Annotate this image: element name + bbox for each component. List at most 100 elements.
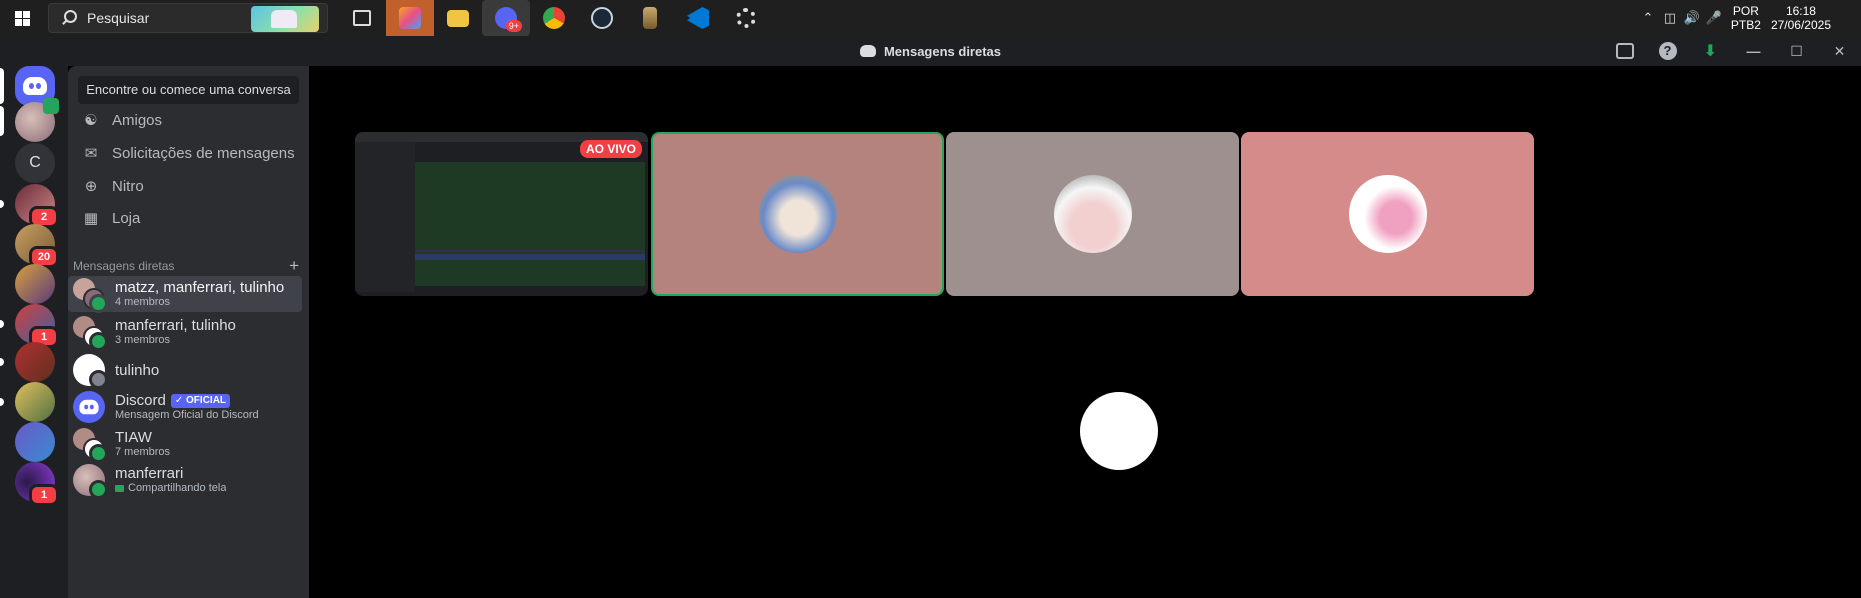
unread-indicator [0,200,4,208]
vscode-icon[interactable] [674,0,722,36]
steam-icon[interactable] [578,0,626,36]
server-icon[interactable]: 1 [15,462,59,506]
chrome-icon[interactable] [530,0,578,36]
server-icon[interactable]: 2 [15,184,59,228]
dm-list-item[interactable]: matzz, manferrari, tulinho 4 membros [68,276,302,313]
language-indicator[interactable]: POR PTB2 [1731,4,1761,32]
clock-time: 16:18 [1785,4,1816,18]
clock-date: 27/06/2025 [1770,18,1831,32]
voice-connected-icon [43,98,59,114]
official-badge: ✓ OFICIAL [170,394,231,408]
search-highlight-image [251,6,319,32]
settings-gear-icon[interactable] [722,0,770,36]
server-icon[interactable] [15,264,55,304]
live-badge: AO VIVO [579,140,642,158]
server-icon[interactable]: 20 [15,224,59,268]
discord-logo-icon [859,45,876,57]
participant-avatar [758,175,837,253]
volume-icon[interactable]: 🔊 [1681,10,1703,26]
envelope-icon: ✉ [84,145,98,162]
screen-share-tile[interactable]: AO VIVO [355,132,648,296]
online-status-icon [89,444,108,463]
window-title: Mensagens diretas [883,43,1002,59]
dm-list-item[interactable]: Discord ✓ OFICIAL Mensagem Oficial do Dis… [68,389,302,425]
group-avatar [73,428,108,463]
discord-logo-icon [79,399,99,415]
maximize-button[interactable]: ☐ [1775,36,1818,66]
server-icon[interactable] [15,342,55,382]
window-title-bar: Mensagens diretas ? ⬇ — ☐ ✕ [0,36,1861,66]
participant-tile[interactable] [651,132,944,296]
server-icon[interactable] [15,422,55,462]
minimize-button[interactable]: — [1732,36,1775,66]
mention-badge: 1 [29,484,59,506]
selected-indicator [0,68,4,104]
search-placeholder: Pesquisar [87,10,150,26]
dm-section-title: Mensagens diretas [73,259,175,273]
dm-name: Discord [115,392,166,409]
file-explorer-icon[interactable] [434,0,482,36]
server-icon[interactable] [15,382,55,422]
help-button[interactable]: ? [1646,36,1689,66]
find-conversation-button[interactable]: Encontre ou comece uma conversa [78,76,299,104]
discord-taskbar-badge: 9+ [505,20,522,32]
league-of-legends-icon[interactable] [626,0,674,36]
windows-taskbar: Pesquisar 9+ ⌃ ◫ 🔊 🎤 POR PTB2 16:18 27/0… [0,0,1861,36]
inbox-button[interactable] [1603,36,1646,66]
download-icon: ⬇ [1703,43,1718,60]
microphone-icon[interactable]: 🎤 [1703,10,1725,26]
server-icon[interactable] [15,98,59,142]
nitro-icon: ⊕ [84,178,98,195]
dm-list-item[interactable]: manferrari Compartilhando tela [68,462,302,499]
close-icon: ✕ [1833,42,1846,59]
dm-name: manferrari, tulinho [115,317,236,334]
nav-shop[interactable]: ▦ Loja [76,201,301,235]
unread-indicator [0,398,4,406]
network-icon[interactable]: ◫ [1659,10,1681,26]
offline-status-icon [89,370,108,389]
online-status-icon [89,332,108,351]
server-icon-c[interactable]: C [15,143,55,183]
dm-list-item[interactable]: TIAW 7 membros [68,426,302,463]
nav-nitro[interactable]: ⊕ Nitro [76,169,301,203]
close-button[interactable]: ✕ [1818,36,1861,66]
server-rail: C 2 20 1 1 [0,66,68,598]
nav-message-requests[interactable]: ✉ Solicitações de mensagens [76,136,301,170]
stream-file-tree [355,142,415,292]
windows-start-button[interactable] [0,0,44,36]
participant-tile[interactable] [946,132,1239,296]
download-button[interactable]: ⬇ [1689,36,1732,66]
taskbar-search[interactable]: Pesquisar [48,3,328,33]
unread-indicator [0,106,4,136]
create-dm-plus-icon[interactable]: + [289,256,299,276]
participant-tile[interactable] [1241,132,1534,296]
participant-avatar [1348,175,1427,253]
friends-icon: ☯ [84,112,98,129]
nav-label: Solicitações de mensagens [112,144,295,162]
chevron-up-icon[interactable]: ⌃ [1637,10,1659,26]
dm-subtitle: 4 membros [115,296,171,308]
keyboard-layout: PTB2 [1730,18,1761,32]
nav-label: Amigos [112,111,163,129]
clock[interactable]: 16:18 27/06/2025 [1771,4,1831,32]
inbox-icon [1615,43,1634,59]
call-area: AO VIVO [309,66,1861,598]
participant-avatar [1053,175,1132,253]
task-view-icon[interactable] [338,0,386,36]
avatar [73,354,108,389]
nav-label: Nitro [112,177,144,195]
participant-avatar-large[interactable] [1080,392,1158,470]
dm-list-item[interactable]: tulinho [68,352,302,389]
maximize-icon: ☐ [1790,42,1803,59]
discord-taskbar-icon[interactable]: 9+ [482,0,530,36]
windows-logo-icon [14,10,30,26]
dm-list-item[interactable]: manferrari, tulinho 3 membros [68,314,302,351]
microsoft-365-icon[interactable] [386,0,434,36]
unread-indicator [0,358,4,366]
stream-code-editor [415,162,645,286]
official-badge-label: OFICIAL [186,395,227,406]
help-icon: ? [1658,42,1677,60]
nav-friends[interactable]: ☯ Amigos [76,103,301,137]
server-icon[interactable]: 1 [15,304,59,348]
online-status-icon [89,480,108,499]
